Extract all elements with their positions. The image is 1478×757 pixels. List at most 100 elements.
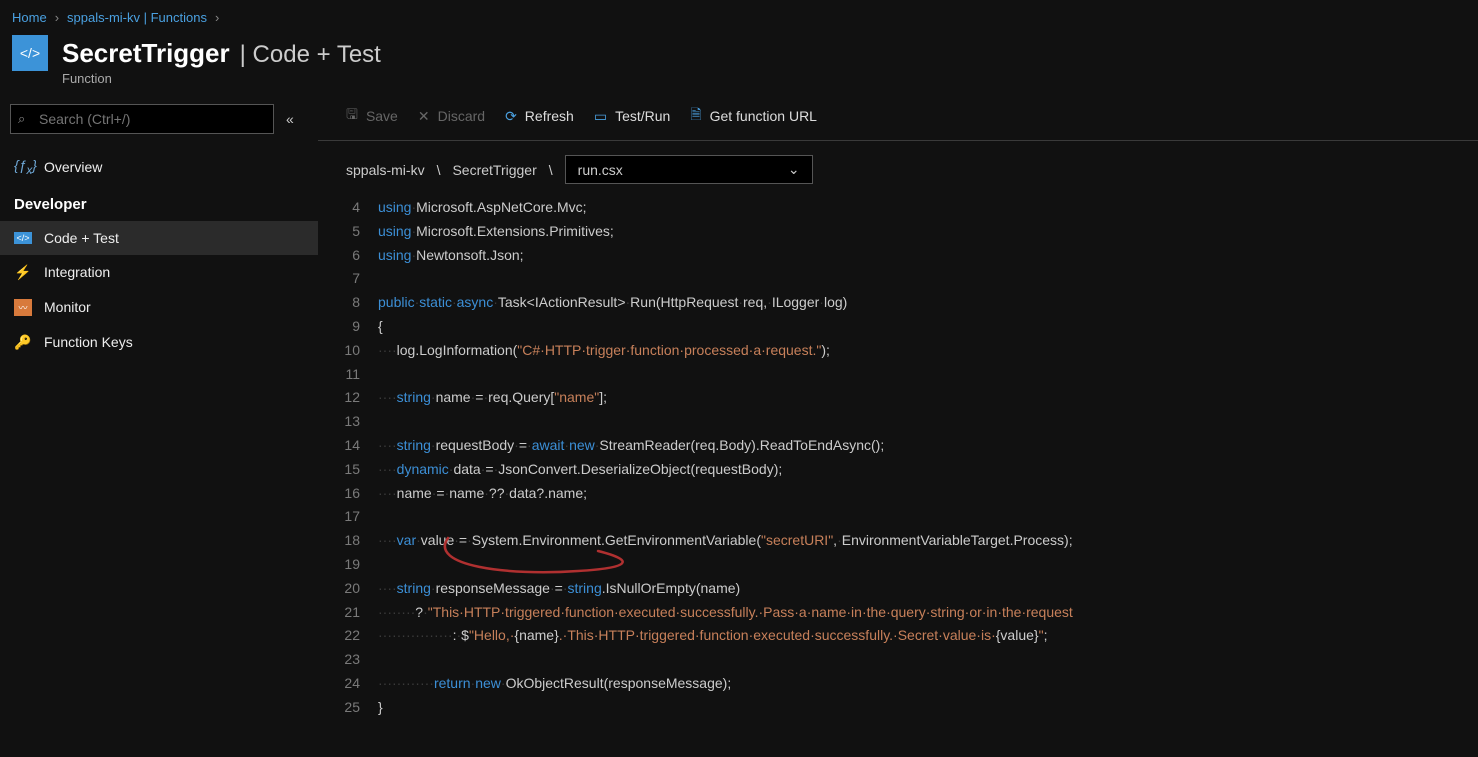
breadcrumb: Home › sppals-mi-kv | Functions › (0, 0, 1478, 31)
code-line[interactable]: ····string·responseMessage·=·string.IsNu… (378, 577, 1478, 601)
toolbar-label: Refresh (525, 108, 574, 124)
code-editor[interactable]: 45678910111213141516171819202122232425 u… (318, 196, 1478, 753)
code-line[interactable]: } (378, 696, 1478, 720)
code-line[interactable] (378, 410, 1478, 434)
code-line[interactable] (378, 267, 1478, 291)
sidebar-item-label: Function Keys (44, 334, 133, 350)
get-function-url-button[interactable]: 🗎 Get function URL (690, 104, 817, 128)
line-number: 23 (318, 648, 360, 672)
page-title-row: </> SecretTrigger | Code + Test (0, 31, 1478, 73)
toolbar: 🖫 Save ✕ Discard ⟳ Refresh ▭ Test/Run 🗎 … (318, 96, 1478, 141)
monitor-icon: 〰 (14, 299, 32, 316)
discard-button[interactable]: ✕ Discard (418, 108, 485, 125)
sidebar-section-developer: Developer (0, 186, 318, 221)
path-function: SecretTrigger (452, 162, 536, 178)
line-number: 4 (318, 196, 360, 220)
sidebar-item-code-test[interactable]: </> Code + Test (0, 221, 318, 255)
code-line[interactable]: ····string·name·=·req.Query["name"]; (378, 386, 1478, 410)
code-line[interactable] (378, 363, 1478, 387)
chevron-right-icon: › (215, 10, 219, 25)
sidebar-item-overview[interactable]: {ƒx} Overview (0, 148, 318, 186)
line-number: 21 (318, 601, 360, 625)
line-number: 9 (318, 315, 360, 339)
chevron-right-icon: › (55, 10, 59, 25)
line-number: 17 (318, 505, 360, 529)
code-line[interactable]: ····log.LogInformation("C#·HTTP·trigger·… (378, 339, 1478, 363)
code-line[interactable]: ····name·=·name·??·data?.name; (378, 482, 1478, 506)
line-number: 25 (318, 696, 360, 720)
line-number: 16 (318, 482, 360, 506)
line-number-gutter: 45678910111213141516171819202122232425 (318, 196, 378, 753)
sidebar: ⌕ « {ƒx} Overview Developer </> Code + T… (0, 96, 318, 753)
overview-icon: {ƒx} (14, 157, 32, 177)
refresh-button[interactable]: ⟳ Refresh (505, 108, 574, 125)
line-number: 20 (318, 577, 360, 601)
code-icon: </> (14, 232, 32, 244)
code-line[interactable] (378, 648, 1478, 672)
collapse-sidebar-icon[interactable]: « (286, 111, 294, 127)
code-content[interactable]: using·Microsoft.AspNetCore.Mvc;using·Mic… (378, 196, 1478, 753)
test-run-button[interactable]: ▭ Test/Run (594, 108, 670, 125)
refresh-icon: ⟳ (505, 108, 517, 125)
code-line[interactable]: using·Microsoft.AspNetCore.Mvc; (378, 196, 1478, 220)
sidebar-item-label: Overview (44, 159, 102, 175)
path-separator: \ (437, 162, 441, 178)
breadcrumb-home[interactable]: Home (12, 10, 47, 25)
code-line[interactable] (378, 505, 1478, 529)
code-line[interactable]: ····string·requestBody·=·await·new·Strea… (378, 434, 1478, 458)
line-number: 7 (318, 267, 360, 291)
sidebar-item-integration[interactable]: ⚡ Integration (0, 255, 318, 290)
code-line[interactable] (378, 553, 1478, 577)
line-number: 14 (318, 434, 360, 458)
line-number: 18 (318, 529, 360, 553)
search-input[interactable] (10, 104, 274, 134)
page-subtitle: Function (0, 71, 1478, 86)
line-number: 22 (318, 624, 360, 648)
line-number: 8 (318, 291, 360, 315)
file-select-value: run.csx (578, 162, 623, 178)
breadcrumb-resource[interactable]: sppals-mi-kv | Functions (67, 10, 207, 25)
search-icon: ⌕ (18, 111, 25, 127)
code-line[interactable]: using·Microsoft.Extensions.Primitives; (378, 220, 1478, 244)
code-line[interactable]: ············return·new·OkObjectResult(re… (378, 672, 1478, 696)
line-number: 13 (318, 410, 360, 434)
path-app: sppals-mi-kv (346, 162, 425, 178)
file-path-row: sppals-mi-kv \ SecretTrigger \ run.csx ⌄ (318, 141, 1478, 196)
sidebar-item-label: Code + Test (44, 230, 119, 246)
toolbar-label: Discard (438, 108, 485, 124)
main-panel: 🖫 Save ✕ Discard ⟳ Refresh ▭ Test/Run 🗎 … (318, 96, 1478, 753)
sidebar-item-monitor[interactable]: 〰 Monitor (0, 290, 318, 325)
line-number: 10 (318, 339, 360, 363)
code-line[interactable]: ····dynamic·data·=·JsonConvert.Deseriali… (378, 458, 1478, 482)
code-line[interactable]: { (378, 315, 1478, 339)
sidebar-item-function-keys[interactable]: 🔑 Function Keys (0, 325, 318, 360)
key-icon: 🔑 (14, 334, 32, 351)
code-line[interactable]: ················:·$"Hello,·{name}.·This·… (378, 624, 1478, 648)
page-title-section: | Code + Test (240, 41, 381, 69)
discard-icon: ✕ (418, 108, 430, 125)
code-line[interactable]: ········?·"This·HTTP·triggered·function·… (378, 601, 1478, 625)
page-title: SecretTrigger (62, 38, 230, 69)
sidebar-item-label: Integration (44, 264, 110, 280)
line-number: 5 (318, 220, 360, 244)
save-button[interactable]: 🖫 Save (346, 104, 398, 128)
link-icon: 🗎 (690, 104, 701, 128)
sidebar-item-label: Monitor (44, 299, 91, 315)
code-line[interactable]: using·Newtonsoft.Json; (378, 244, 1478, 268)
chevron-down-icon: ⌄ (788, 161, 800, 178)
code-line[interactable]: ····var·value·=·System.Environment.GetEn… (378, 529, 1478, 553)
search-box: ⌕ (10, 104, 274, 134)
line-number: 19 (318, 553, 360, 577)
line-number: 24 (318, 672, 360, 696)
lightning-icon: ⚡ (14, 264, 32, 281)
save-icon: 🖫 (346, 104, 358, 128)
code-line[interactable]: public·static·async·Task<IActionResult>·… (378, 291, 1478, 315)
toolbar-label: Get function URL (710, 108, 817, 124)
line-number: 6 (318, 244, 360, 268)
toolbar-label: Test/Run (615, 108, 670, 124)
line-number: 11 (318, 363, 360, 387)
file-select[interactable]: run.csx ⌄ (565, 155, 813, 184)
test-run-icon: ▭ (594, 108, 607, 125)
toolbar-label: Save (366, 108, 398, 124)
line-number: 12 (318, 386, 360, 410)
